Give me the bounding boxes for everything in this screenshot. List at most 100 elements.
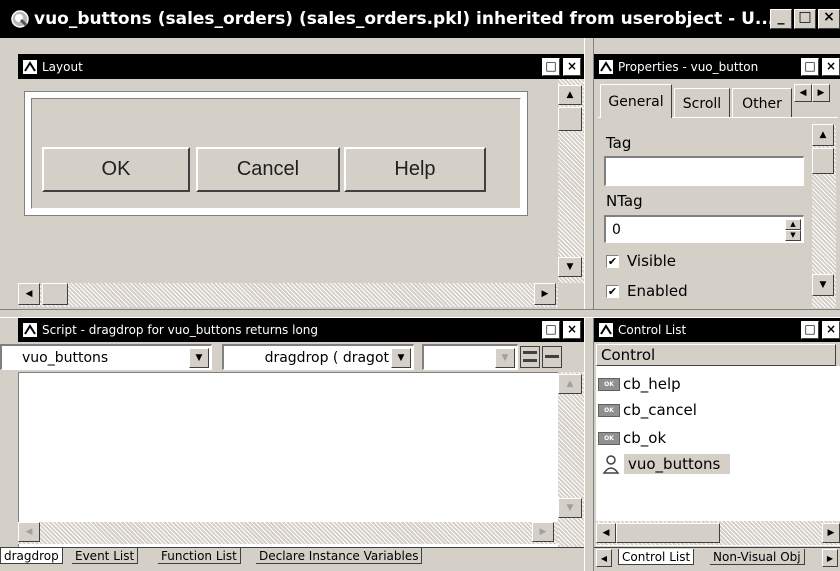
tab-scroll-left-icon[interactable]: ◀ [596, 549, 612, 567]
scroll-down-icon[interactable]: ▼ [558, 498, 582, 518]
scroll-thumb[interactable] [812, 148, 834, 174]
layout-canvas: OK Cancel Help [18, 79, 558, 279]
scroll-down-icon[interactable]: ▼ [558, 257, 582, 277]
tag-field[interactable] [604, 156, 804, 186]
user-object-frame: OK Cancel Help [24, 91, 528, 216]
scroll-thumb[interactable] [558, 107, 582, 131]
properties-panel: Properties - vuo_button □ × General Scro… [594, 54, 840, 309]
maximize-button[interactable]: □ [794, 9, 816, 29]
minimize-button[interactable]: _ [770, 9, 792, 29]
tab-scroll-right-icon[interactable]: ▶ [812, 84, 830, 102]
third-select[interactable]: ▼ [422, 344, 518, 370]
list-item[interactable]: OK cb_cancel [598, 399, 697, 421]
scroll-left-icon[interactable]: ◀ [18, 283, 40, 305]
hscroll-thumb[interactable] [42, 283, 68, 305]
enabled-label: Enabled [627, 282, 688, 300]
panel-icon [598, 322, 614, 338]
properties-maximize-button[interactable]: □ [801, 57, 819, 76]
layout-panel: Layout □ × OK Cancel Help ▲ ▼ ◀ ▶ [18, 54, 584, 309]
scroll-right-icon[interactable]: ▶ [534, 283, 556, 305]
app-icon [10, 9, 30, 29]
properties-vscrollbar[interactable]: ▲ ▼ [812, 124, 836, 308]
tab-function-list[interactable]: Function List [158, 548, 241, 564]
ntag-field[interactable]: 0 ▲ ▼ [604, 215, 804, 243]
tab-non-visual-obj[interactable]: Non-Visual Obj [710, 549, 805, 565]
tab-dragdrop[interactable]: dragdrop [0, 548, 63, 564]
tab-label: Event List [75, 548, 135, 563]
tab-scroll-right-icon[interactable]: ▶ [822, 549, 838, 567]
tab-general[interactable]: General [600, 84, 672, 118]
layout-titlebar: Layout □ × [18, 54, 584, 79]
tab-label: Declare Instance Variables [259, 548, 419, 563]
tab-control-list[interactable]: Control List [618, 549, 695, 565]
scroll-up-icon[interactable]: ▲ [558, 374, 582, 394]
enabled-checkbox[interactable]: ✔ [606, 284, 619, 298]
properties-close-button[interactable]: × [822, 57, 840, 76]
enabled-checkbox-row[interactable]: ✔ Enabled [606, 282, 688, 300]
object-select[interactable]: vuo_buttons ▼ [0, 344, 212, 370]
help-button[interactable]: Help [344, 147, 486, 192]
vertical-splitter[interactable] [584, 38, 594, 571]
tab-general-label: General [608, 93, 664, 110]
script-close-button[interactable]: × [563, 321, 581, 339]
chevron-down-icon[interactable]: ▼ [495, 347, 515, 368]
tab-label: Non-Visual Obj [713, 549, 801, 564]
ntag-spinner[interactable]: ▲ ▼ [785, 218, 801, 241]
visible-checkbox-row[interactable]: ✔ Visible [606, 252, 676, 270]
command-button-icon: OK [598, 377, 620, 391]
scroll-up-icon[interactable]: ▲ [558, 85, 582, 105]
scroll-down-icon[interactable]: ▼ [812, 274, 834, 296]
tab-scroll-left-icon[interactable]: ◀ [794, 84, 812, 102]
command-button-icon: OK [598, 403, 620, 417]
main-titlebar: vuo_buttons (sales_orders) (sales_orders… [0, 0, 840, 38]
horizontal-splitter[interactable] [0, 309, 840, 318]
hscroll-thumb[interactable] [616, 523, 720, 543]
layout-vscrollbar[interactable]: ▲ ▼ [558, 79, 584, 283]
properties-title: Properties - vuo_button [618, 59, 759, 74]
ntag-label: NTag [606, 192, 643, 210]
layout-maximize-button[interactable]: □ [542, 57, 560, 76]
tab-scroll[interactable]: Scroll [674, 88, 730, 118]
event-select[interactable]: dragdrop ( dragot ▼ [222, 344, 414, 370]
layout-hscrollbar[interactable]: ◀ ▶ [18, 283, 558, 307]
script-panel: Script - dragdrop for vuo_buttons return… [0, 318, 584, 571]
tab-event-list[interactable]: Event List [72, 548, 139, 564]
tab-other[interactable]: Other [732, 88, 792, 118]
control-list-maximize-button[interactable]: □ [801, 321, 819, 339]
cancel-button[interactable]: Cancel [196, 147, 340, 192]
spin-up-icon[interactable]: ▲ [785, 218, 801, 230]
scroll-left-icon[interactable]: ◀ [18, 522, 40, 542]
scroll-up-icon[interactable]: ▲ [812, 124, 834, 146]
visible-checkbox[interactable]: ✔ [606, 254, 619, 268]
control-list-titlebar: Control List □ × [594, 318, 840, 342]
tab-label: Control List [622, 549, 691, 564]
tab-declare-instance-variables[interactable]: Declare Instance Variables [256, 548, 423, 564]
list-item[interactable]: OK cb_ok [598, 427, 666, 449]
chevron-down-icon[interactable]: ▼ [391, 347, 411, 368]
control-list-close-button[interactable]: × [822, 321, 840, 339]
control-header-label: Control [601, 346, 656, 364]
tab-other-label: Other [742, 95, 782, 112]
list-item[interactable]: OK cb_help [598, 373, 681, 395]
scroll-left-icon[interactable]: ◀ [596, 523, 616, 543]
user-object-icon [602, 454, 620, 474]
scroll-right-icon[interactable]: ▶ [532, 522, 554, 542]
script-hscrollbar[interactable]: ◀ ▶ [18, 522, 558, 544]
command-button-icon: OK [598, 431, 620, 445]
scroll-right-icon[interactable]: ▶ [822, 523, 840, 543]
split-vertical-icon[interactable] [542, 346, 562, 368]
tab-scroll-label: Scroll [682, 95, 722, 112]
split-horizontal-icon[interactable] [520, 346, 540, 368]
list-item-selected[interactable]: vuo_buttons [598, 453, 731, 475]
control-column-header[interactable]: Control [596, 344, 836, 366]
spin-down-icon[interactable]: ▼ [785, 229, 801, 241]
script-dropdown-row: vuo_buttons ▼ dragdrop ( dragot ▼ ▼ [0, 342, 584, 372]
script-maximize-button[interactable]: □ [542, 321, 560, 339]
layout-close-button[interactable]: × [563, 57, 581, 76]
ok-button[interactable]: OK [42, 147, 190, 192]
script-vscrollbar[interactable]: ▲ ▼ [558, 372, 584, 548]
visible-label: Visible [627, 252, 676, 270]
chevron-down-icon[interactable]: ▼ [189, 347, 209, 368]
control-list-hscrollbar[interactable]: ◀ ▶ [596, 521, 840, 545]
close-button[interactable]: × [818, 9, 840, 29]
